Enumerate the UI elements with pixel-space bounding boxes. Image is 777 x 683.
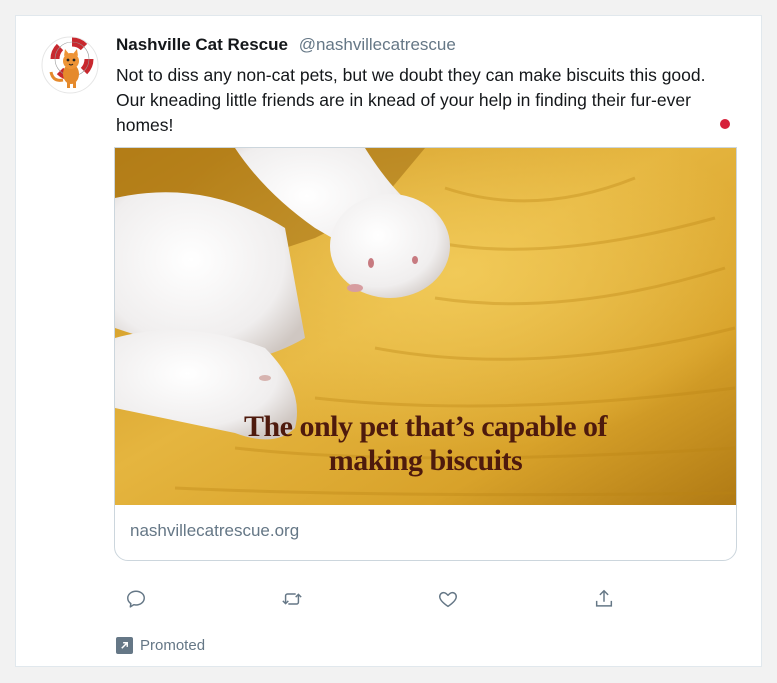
promoted-arrow-icon bbox=[116, 637, 133, 654]
indicator-dot bbox=[720, 119, 730, 129]
like-button[interactable] bbox=[436, 587, 460, 611]
retweet-icon bbox=[282, 593, 302, 605]
tweet-card[interactable]: Nashville Cat Rescue @nashvillecatrescue… bbox=[15, 15, 762, 667]
card-url[interactable]: nashvillecatrescue.org bbox=[130, 520, 299, 542]
cat-lifebuoy-logo-icon bbox=[41, 36, 99, 94]
reply-button[interactable] bbox=[124, 587, 148, 611]
promoted-label[interactable]: Promoted bbox=[116, 637, 205, 654]
user-handle[interactable]: @nashvillecatrescue bbox=[299, 35, 456, 54]
card-image[interactable]: The only pet that’s capable of making bi… bbox=[115, 148, 736, 505]
tweet-actions bbox=[124, 587, 644, 611]
share-button[interactable] bbox=[592, 587, 616, 611]
card-overlay-text: The only pet that’s capable of making bi… bbox=[115, 410, 736, 478]
heart-icon bbox=[439, 591, 457, 608]
tweet-header: Nashville Cat Rescue @nashvillecatrescue bbox=[116, 34, 456, 56]
retweet-button[interactable] bbox=[280, 587, 304, 611]
display-name[interactable]: Nashville Cat Rescue bbox=[116, 35, 288, 54]
link-card[interactable]: The only pet that’s capable of making bi… bbox=[114, 147, 737, 561]
promoted-text: Promoted bbox=[140, 637, 206, 654]
reply-icon bbox=[127, 590, 145, 608]
share-icon bbox=[595, 589, 613, 607]
tweet-text: Not to diss any non-cat pets, but we dou… bbox=[116, 65, 706, 135]
overlay-line-2: making biscuits bbox=[328, 444, 523, 477]
overlay-line-1: The only pet that’s capable of bbox=[243, 410, 608, 443]
avatar[interactable] bbox=[41, 36, 99, 94]
